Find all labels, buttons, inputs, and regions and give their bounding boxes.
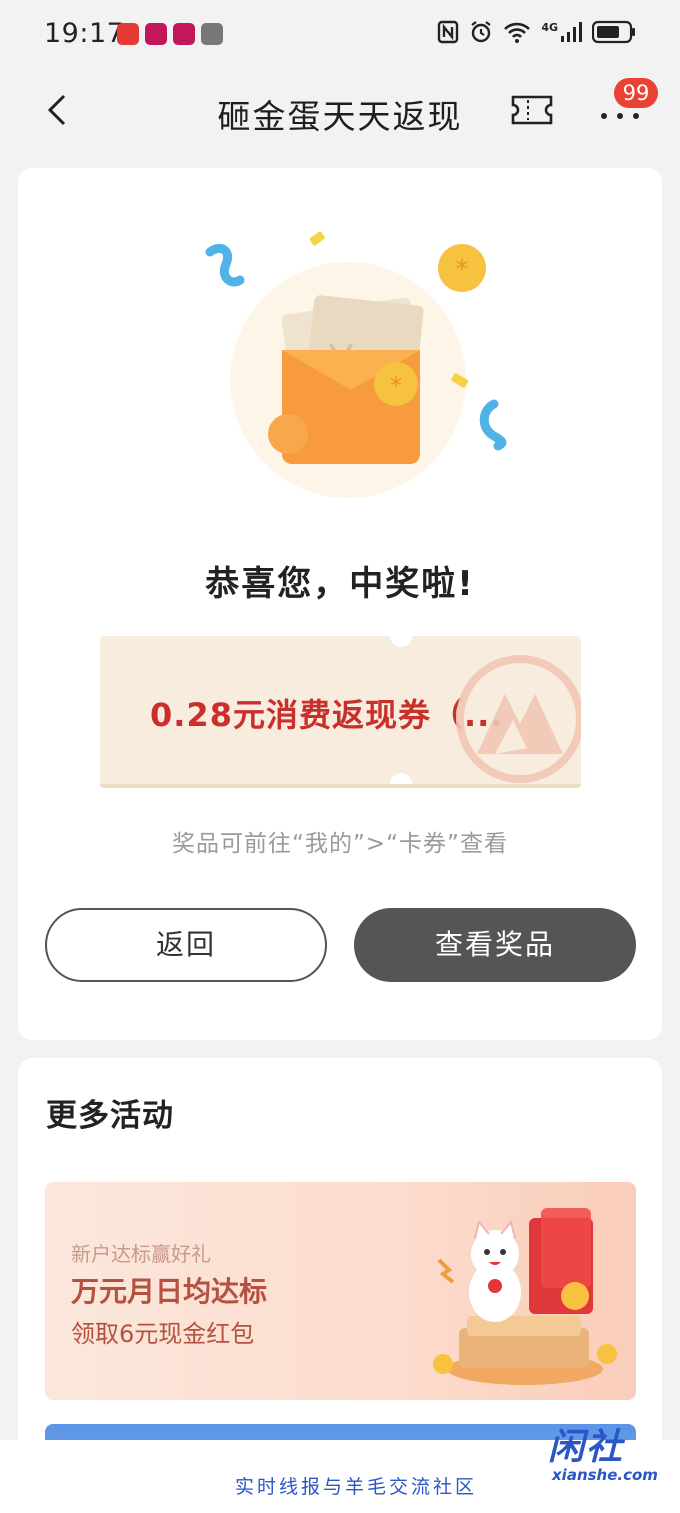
promo-subtitle: 新户达标赢好礼 [71, 1242, 211, 1266]
tmall-icon [173, 23, 195, 45]
back-button[interactable]: 返回 [45, 908, 327, 982]
promo-title: 万元月日均达标 [71, 1275, 268, 1308]
nfc-icon [438, 20, 459, 44]
prize-result-card: * ¥ * 恭喜您，中奖啦! 0.28元消费返现券（... 奖品可前往“我的”>… [18, 168, 662, 1040]
signal-icon [561, 22, 582, 42]
red-envelope-illustration: * ¥ * [205, 231, 507, 498]
bank-logo-icon [456, 655, 581, 783]
page-title: 砸金蛋天天返现 [217, 97, 463, 136]
promo-banner[interactable]: 新户达标赢好礼 万元月日均达标 领取6元现金红包 [45, 1182, 636, 1400]
alarm-icon [471, 21, 491, 43]
watermark-slogan: 实时线报与羊毛交流社区 [235, 1476, 478, 1498]
battery-icon [592, 20, 635, 44]
prize-coupon[interactable]: 0.28元消费返现券（... [100, 636, 581, 788]
section-title: 更多活动 [46, 1098, 174, 1134]
game-icon [201, 23, 223, 45]
notification-icons [117, 23, 223, 45]
lucky-cat-illustration [433, 1208, 617, 1385]
watermark-url: xianshe.com [552, 1466, 658, 1484]
svg-text:*: * [390, 372, 402, 400]
tmall-icon [145, 23, 167, 45]
coupon-notch [390, 773, 412, 784]
cmb-app-icon [117, 23, 139, 45]
watermark-logo: 闲社 [548, 1427, 625, 1468]
status-bar: 19:17 4G [0, 0, 680, 70]
status-time: 19:17 [44, 18, 125, 49]
coupon-label: 0.28元消费返现券（... [150, 696, 504, 734]
view-prize-button[interactable]: 查看奖品 [354, 908, 636, 982]
promo-description: 领取6元现金红包 [71, 1320, 255, 1348]
svg-text:*: * [456, 255, 469, 285]
congrats-heading: 恭喜您，中奖啦! [205, 564, 475, 604]
prize-location-hint: 奖品可前往“我的”>“卡券”查看 [172, 831, 508, 857]
coupon-notch [390, 636, 412, 647]
ticket-icon[interactable] [510, 94, 554, 126]
wifi-icon [504, 22, 531, 43]
title-bar: 砸金蛋天天返现 99 [0, 70, 680, 165]
status-right: 4G [437, 20, 636, 44]
notification-badge: 99 [614, 78, 658, 108]
network-type: 4G [541, 20, 558, 34]
